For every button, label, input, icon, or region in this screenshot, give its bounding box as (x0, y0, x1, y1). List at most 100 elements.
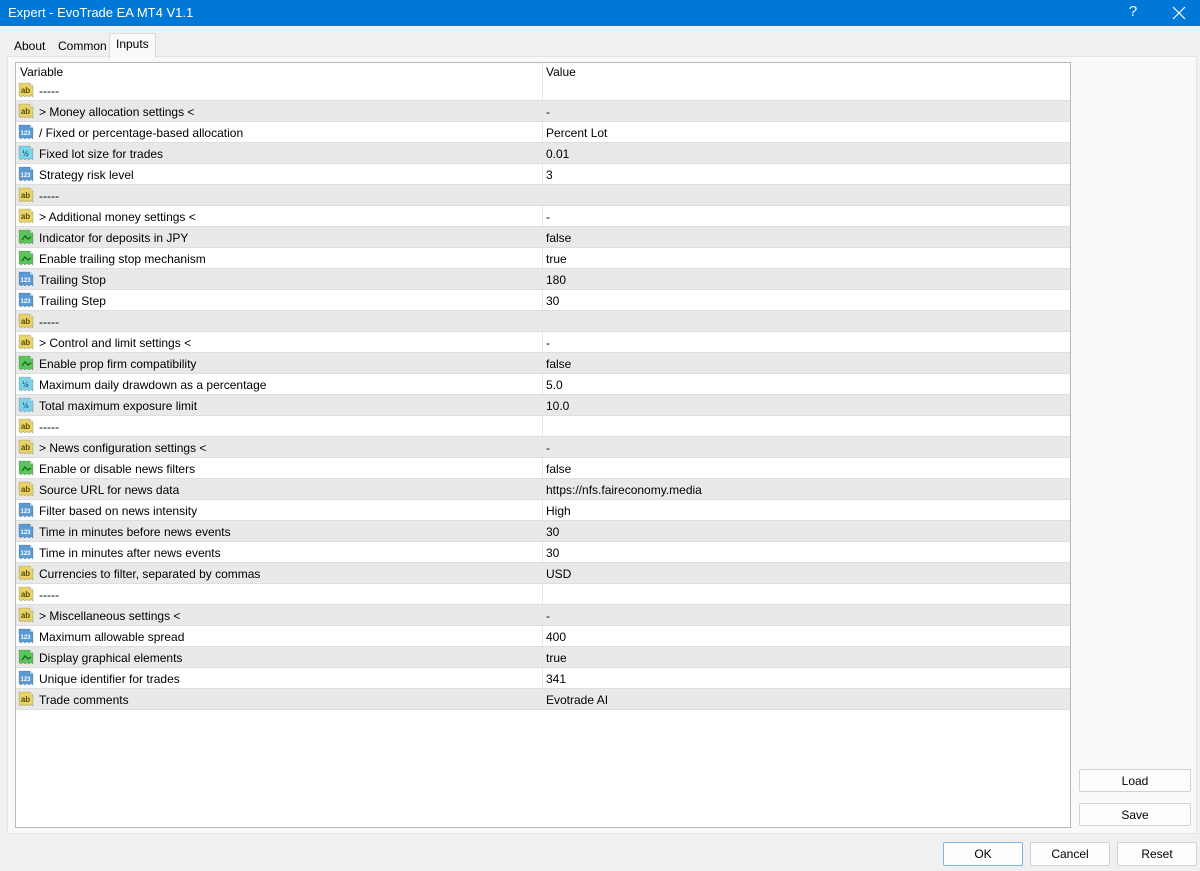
svg-text:ab: ab (21, 86, 30, 95)
table-row[interactable]: Enable prop firm compatibility false (16, 353, 1070, 374)
svg-text:123: 123 (20, 530, 31, 536)
table-row[interactable]: ½ Fixed lot size for trades 0.01 (16, 143, 1070, 164)
variable-value[interactable]: 30 (546, 294, 559, 308)
variable-value[interactable]: - (546, 441, 550, 455)
title-bar: Expert - EvoTrade EA MT4 V1.1 ? (0, 0, 1200, 26)
variable-value[interactable]: Evotrade AI (546, 693, 608, 707)
variable-name: > Money allocation settings < (39, 105, 195, 119)
help-button[interactable]: ? (1126, 3, 1140, 20)
close-button[interactable] (1168, 2, 1190, 24)
variable-name: Currencies to filter, separated by comma… (39, 567, 261, 581)
variable-value[interactable]: false (546, 462, 571, 476)
column-header-variable[interactable]: Variable (20, 65, 63, 79)
svg-text:ab: ab (21, 107, 30, 116)
variable-value[interactable]: 180 (546, 273, 566, 287)
table-row[interactable]: Indicator for deposits in JPY false (16, 227, 1070, 248)
table-row[interactable]: 123 Time in minutes before news events 30 (16, 521, 1070, 542)
variable-name: ----- (39, 315, 59, 329)
variable-value[interactable]: 3 (546, 168, 553, 182)
table-row[interactable]: 123 Maximum allowable spread 400 (16, 626, 1070, 647)
table-row[interactable]: ab Source URL for news data https://nfs.fa… (16, 479, 1070, 500)
column-header-value[interactable]: Value (546, 65, 576, 79)
table-row[interactable]: ab ----- (16, 311, 1070, 332)
variable-name: Enable prop firm compatibility (39, 357, 197, 371)
variable-value[interactable]: - (546, 105, 550, 119)
variable-value[interactable]: 341 (546, 672, 566, 686)
variable-name: Filter based on news intensity (39, 504, 198, 518)
table-row[interactable]: ½ Total maximum exposure limit 10.0 (16, 395, 1070, 416)
tab-common[interactable]: Common (52, 36, 113, 56)
cancel-button[interactable]: Cancel (1030, 842, 1110, 866)
ok-button[interactable]: OK (943, 842, 1023, 866)
variable-name: Enable trailing stop mechanism (39, 252, 206, 266)
load-button[interactable]: Load (1079, 769, 1191, 792)
double-type-icon: ½ (18, 376, 34, 392)
string-type-icon: ab (18, 208, 34, 224)
variable-name: Trailing Stop (39, 273, 106, 287)
variable-value[interactable]: 5.0 (546, 378, 563, 392)
variable-value[interactable]: 10.0 (546, 399, 569, 413)
table-row[interactable]: ab ----- (16, 185, 1070, 206)
table-row[interactable]: Enable trailing stop mechanism true (16, 248, 1070, 269)
table-row[interactable]: ab > Additional money settings < - (16, 206, 1070, 227)
variable-value[interactable]: - (546, 609, 550, 623)
variable-value[interactable]: https://nfs.faireconomy.media (546, 483, 702, 497)
svg-text:123: 123 (20, 173, 31, 179)
variable-value[interactable]: - (546, 336, 550, 350)
reset-button[interactable]: Reset (1117, 842, 1197, 866)
variable-value[interactable]: USD (546, 567, 571, 581)
table-row[interactable]: ab > Money allocation settings < - (16, 101, 1070, 122)
variable-value[interactable]: 0.01 (546, 147, 569, 161)
variable-value[interactable]: - (546, 210, 550, 224)
table-row[interactable]: ab > News configuration settings < - (16, 437, 1070, 458)
variable-value[interactable]: true (546, 651, 567, 665)
table-row[interactable]: ab > Control and limit settings < - (16, 332, 1070, 353)
table-row[interactable]: ab > Miscellaneous settings < - (16, 605, 1070, 626)
string-type-icon: ab (18, 607, 34, 623)
variable-value[interactable]: false (546, 357, 571, 371)
table-row[interactable]: 123 Filter based on news intensity High (16, 500, 1070, 521)
svg-text:ab: ab (21, 569, 30, 578)
table-row[interactable]: Display graphical elements true (16, 647, 1070, 668)
svg-text:123: 123 (20, 131, 31, 137)
variable-value[interactable]: 30 (546, 546, 559, 560)
bool-type-icon (18, 649, 34, 665)
integer-type-icon: 123 (18, 271, 34, 287)
integer-type-icon: 123 (18, 124, 34, 140)
table-row[interactable]: 123 Trailing Stop 180 (16, 269, 1070, 290)
table-row[interactable]: ab ----- (16, 416, 1070, 437)
save-button[interactable]: Save (1079, 803, 1191, 826)
svg-text:ab: ab (21, 590, 30, 599)
variable-name: Time in minutes after news events (39, 546, 221, 560)
string-type-icon: ab (18, 313, 34, 329)
table-row[interactable]: 123 Strategy risk level 3 (16, 164, 1070, 185)
variable-value[interactable]: High (546, 504, 571, 518)
string-type-icon: ab (18, 586, 34, 602)
variable-value[interactable]: 30 (546, 525, 559, 539)
variable-value[interactable]: false (546, 231, 571, 245)
integer-type-icon: 123 (18, 544, 34, 560)
integer-type-icon: 123 (18, 670, 34, 686)
table-row[interactable]: ½ Maximum daily drawdown as a percentage 5… (16, 374, 1070, 395)
svg-text:ab: ab (21, 212, 30, 221)
table-row[interactable]: ab ----- (16, 80, 1070, 101)
table-row[interactable]: ab Trade comments Evotrade AI (16, 689, 1070, 710)
table-row[interactable]: 123 Time in minutes after news events 30 (16, 542, 1070, 563)
table-row[interactable]: 123 Unique identifier for trades 341 (16, 668, 1070, 689)
table-row[interactable]: 123 / Fixed or percentage-based allocatio… (16, 122, 1070, 143)
tab-about[interactable]: About (8, 36, 51, 56)
svg-text:123: 123 (20, 677, 31, 683)
svg-text:½: ½ (22, 380, 29, 389)
svg-text:ab: ab (21, 191, 30, 200)
variable-value[interactable]: 400 (546, 630, 566, 644)
variable-name: Time in minutes before news events (39, 525, 231, 539)
variable-value[interactable]: Percent Lot (546, 126, 607, 140)
table-row[interactable]: 123 Trailing Step 30 (16, 290, 1070, 311)
tab-inputs[interactable]: Inputs (109, 33, 156, 58)
table-row[interactable]: ab Currencies to filter, separated by com… (16, 563, 1070, 584)
variable-name: Maximum allowable spread (39, 630, 185, 644)
grid-header: Variable Value (16, 63, 1070, 81)
table-row[interactable]: Enable or disable news filters false (16, 458, 1070, 479)
table-row[interactable]: ab ----- (16, 584, 1070, 605)
variable-value[interactable]: true (546, 252, 567, 266)
